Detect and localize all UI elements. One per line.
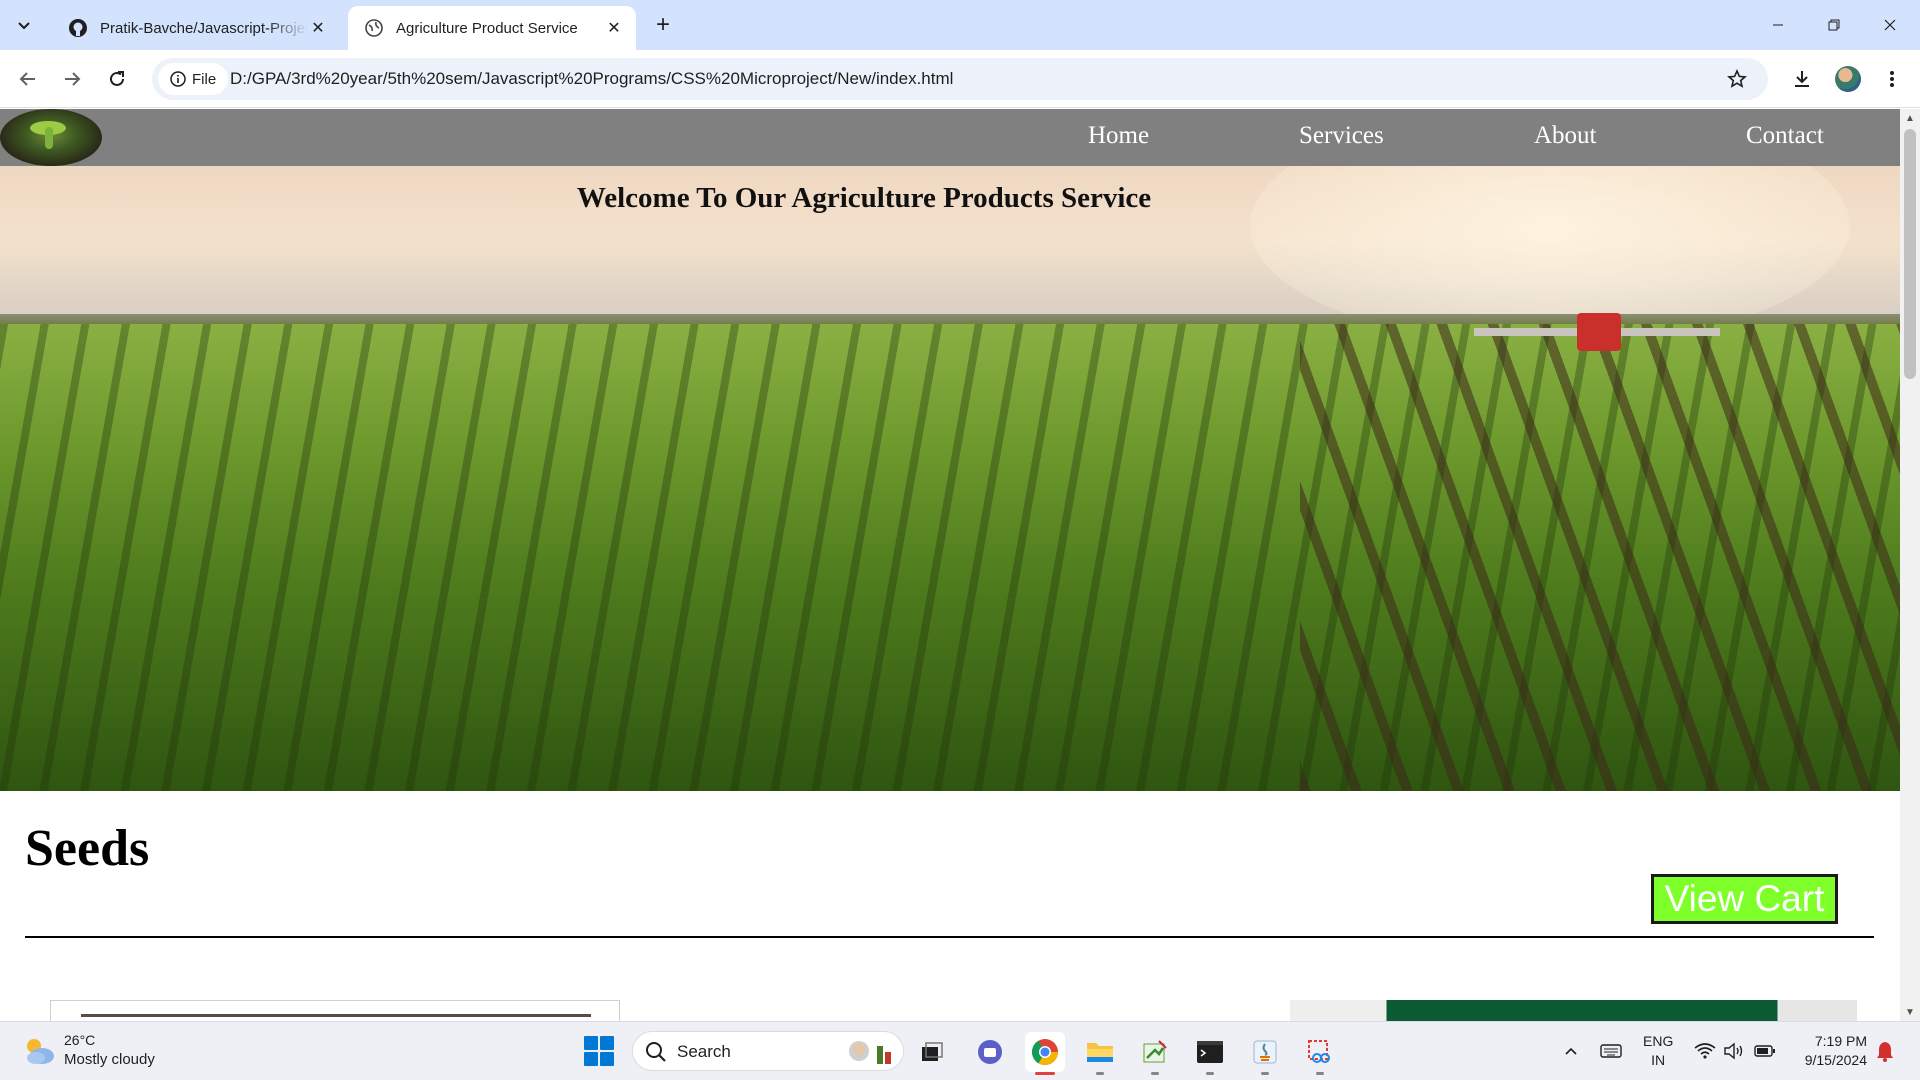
taskbar-app-teams[interactable]	[970, 1032, 1010, 1072]
browser-toolbar: File D:/GPA/3rd%20year/5th%20sem/Javascr…	[0, 50, 1920, 108]
search-icon	[646, 1042, 666, 1062]
running-indicator	[1206, 1072, 1214, 1075]
nav-services[interactable]: Services	[1299, 122, 1384, 150]
close-icon[interactable]: ✕	[308, 18, 328, 38]
language-code: ENG	[1643, 1033, 1674, 1049]
minimize-button[interactable]	[1750, 0, 1806, 50]
chrome-icon	[1031, 1039, 1059, 1066]
address-bar[interactable]: File D:/GPA/3rd%20year/5th%20sem/Javascr…	[152, 58, 1768, 100]
browser-menu-button[interactable]	[1876, 63, 1908, 95]
weather-temperature: 26°C	[64, 1032, 96, 1048]
nav-contact[interactable]: Contact	[1746, 122, 1824, 150]
more-vertical-icon	[1890, 71, 1894, 87]
nav-home[interactable]: Home	[1088, 122, 1149, 150]
chevron-up-icon[interactable]	[1560, 1040, 1582, 1062]
clock-time: 7:19 PM	[1814, 1033, 1867, 1049]
running-indicator	[1316, 1072, 1324, 1075]
product-card[interactable]	[50, 1000, 620, 1021]
scrollbar-thumb[interactable]	[1904, 129, 1916, 379]
page-scrollbar[interactable]: ▲ ▼	[1900, 109, 1920, 1021]
tab-title: Pratik-Bavche/Javascript-Projects	[100, 19, 308, 37]
tractor	[1577, 313, 1621, 351]
input-language[interactable]: ENG IN	[1643, 1032, 1673, 1070]
clock-date: 9/15/2024	[1804, 1052, 1867, 1068]
tab-search-dropdown[interactable]	[8, 9, 40, 41]
back-button[interactable]	[12, 63, 44, 95]
site-navbar: Home Services About Contact	[0, 109, 1900, 166]
volume-icon[interactable]	[1723, 1040, 1745, 1062]
globe-icon	[364, 18, 384, 38]
reload-button[interactable]	[101, 63, 133, 95]
url-text[interactable]: D:/GPA/3rd%20year/5th%20sem/Javascript%2…	[230, 69, 953, 89]
arrow-left-icon	[19, 72, 35, 86]
snipping-tool-icon	[1308, 1040, 1330, 1063]
hero-title: Welcome To Our Agriculture Products Serv…	[576, 182, 1152, 214]
weather-description: Mostly cloudy	[64, 1051, 155, 1068]
taskbar-search[interactable]: Search	[632, 1031, 904, 1071]
section-divider	[25, 936, 1874, 938]
forward-button[interactable]	[56, 63, 88, 95]
site-logo	[0, 109, 102, 166]
keyboard-icon[interactable]	[1600, 1040, 1622, 1062]
active-indicator	[1035, 1072, 1055, 1075]
windows-start-icon[interactable]	[584, 1036, 614, 1066]
language-region: IN	[1651, 1052, 1666, 1068]
terminal-icon	[1197, 1041, 1223, 1063]
search-highlight-icon	[849, 1041, 891, 1064]
close-icon	[1884, 19, 1896, 31]
paint-icon	[1143, 1040, 1167, 1063]
wifi-icon[interactable]	[1694, 1040, 1716, 1062]
arrow-right-icon	[65, 72, 81, 86]
restore-button[interactable]	[1806, 0, 1862, 50]
site-info-label: File	[192, 70, 217, 88]
system-clock[interactable]: 7:19 PM 9/15/2024	[1795, 1032, 1867, 1070]
search-label: Search	[677, 1042, 731, 1061]
tab-agriculture[interactable]: Agriculture Product Service ✕	[348, 6, 636, 50]
tab-title: Agriculture Product Service	[396, 19, 578, 37]
folder-icon	[1087, 1043, 1113, 1062]
page-viewport: Home Services About Contact Welcome To O…	[0, 109, 1900, 1021]
battery-icon[interactable]	[1754, 1040, 1776, 1062]
download-icon	[1795, 71, 1809, 87]
taskbar-app-java[interactable]	[1245, 1032, 1285, 1075]
chat-icon	[978, 1040, 1002, 1064]
taskbar-app-chrome[interactable]	[1025, 1032, 1065, 1075]
close-icon[interactable]: ✕	[604, 18, 624, 38]
taskbar-app-file-explorer[interactable]	[1080, 1032, 1120, 1075]
profile-avatar[interactable]	[1835, 66, 1861, 92]
running-indicator	[1151, 1072, 1159, 1075]
notification-bell-icon[interactable]	[1876, 1040, 1894, 1062]
downloads-button[interactable]	[1786, 63, 1818, 95]
github-icon	[68, 18, 88, 38]
site-info-chip[interactable]: File	[158, 63, 229, 95]
scroll-down-icon[interactable]: ▼	[1900, 1003, 1920, 1021]
chevron-down-icon	[18, 22, 30, 30]
running-indicator	[1096, 1072, 1104, 1075]
windows-taskbar: 26°C Mostly cloudy Search ENG IN 7:19 PM…	[0, 1021, 1920, 1080]
taskbar-app-terminal[interactable]	[1190, 1032, 1230, 1075]
close-window-button[interactable]	[1862, 0, 1918, 50]
minimize-icon	[1773, 24, 1783, 26]
reload-icon	[110, 71, 124, 86]
scroll-up-icon[interactable]: ▲	[1900, 109, 1920, 127]
task-view-button[interactable]	[912, 1032, 952, 1072]
new-tab-button[interactable]: +	[648, 10, 678, 40]
tab-github[interactable]: Pratik-Bavche/Javascript-Projects ✕	[52, 6, 340, 50]
running-indicator	[1261, 1072, 1269, 1075]
taskbar-app-snipping-tool[interactable]	[1300, 1032, 1340, 1075]
java-icon	[1253, 1040, 1277, 1064]
section-title-seeds: Seeds	[25, 820, 150, 877]
hero-soil-rows	[1300, 324, 1900, 791]
view-cart-button[interactable]: View Cart	[1651, 874, 1838, 924]
restore-icon	[1828, 19, 1840, 31]
tab-strip: Pratik-Bavche/Javascript-Projects ✕ Agri…	[0, 0, 1920, 50]
taskbar-app-editor[interactable]	[1135, 1032, 1175, 1075]
bookmark-star-icon[interactable]	[1724, 66, 1750, 92]
product-image[interactable]	[1290, 1000, 1857, 1021]
hero-banner: Welcome To Our Agriculture Products Serv…	[0, 166, 1900, 791]
info-icon	[170, 71, 186, 87]
cloud-sun-icon	[27, 1039, 54, 1064]
task-view-icon	[922, 1042, 943, 1061]
nav-about[interactable]: About	[1534, 122, 1597, 150]
